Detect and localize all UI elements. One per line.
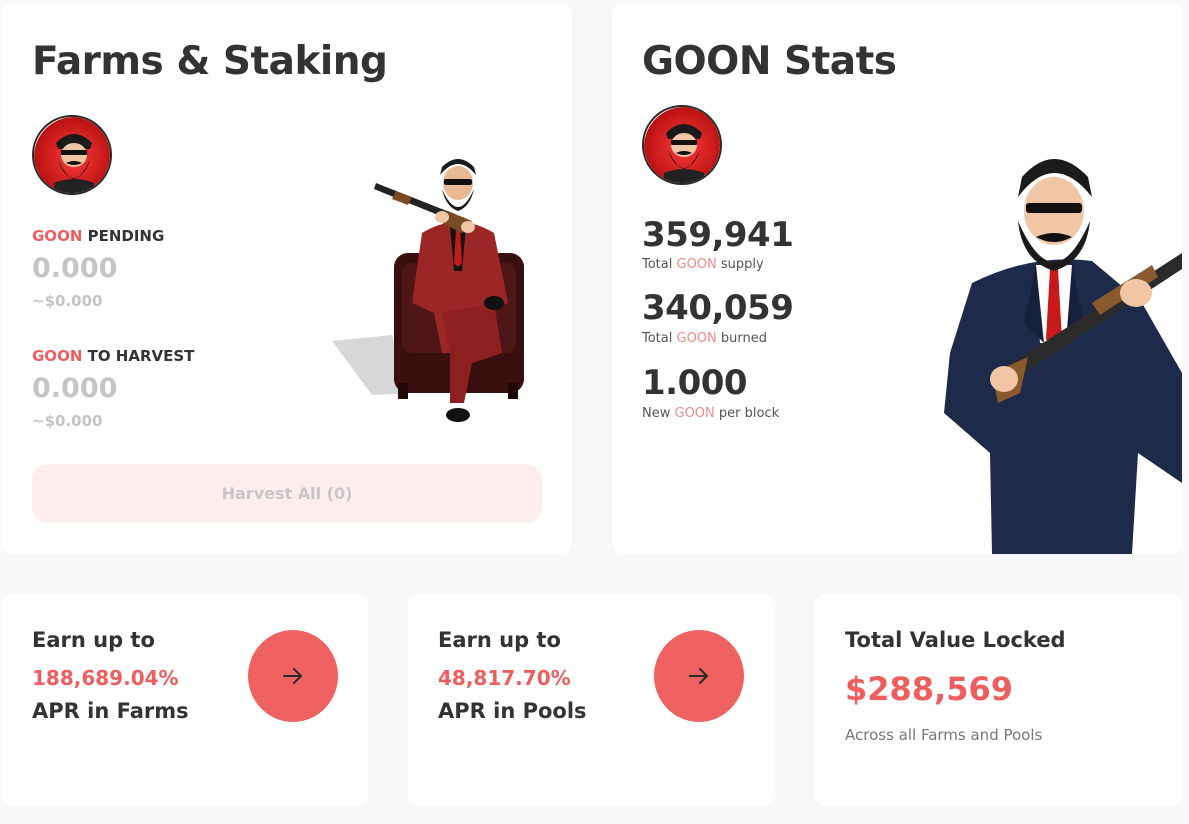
go-to-pools-button[interactable] xyxy=(654,630,744,722)
total-burned-value: 340,059 xyxy=(642,288,794,328)
total-supply-value: 359,941 xyxy=(642,215,794,255)
per-block-token: GOON xyxy=(674,406,715,421)
tvl-title: Total Value Locked xyxy=(845,628,1066,652)
harvest-token-name: GOON xyxy=(32,347,83,365)
total-supply-label: Total GOON supply xyxy=(642,257,764,272)
farms-staking-card: Farms & Staking GOON PENDING 0.000 ~$0.0… xyxy=(2,3,572,554)
earn-farms-card: Earn up to 188,689.04% APR in Farms xyxy=(2,594,368,806)
farms-apr-value: 188,689.04% xyxy=(32,666,179,690)
pools-apr-value: 48,817.70% xyxy=(438,666,571,690)
earn-pools-line1: Earn up to xyxy=(438,628,561,652)
standing-goon-illustration xyxy=(932,153,1182,554)
seated-goon-illustration xyxy=(332,153,542,443)
harvest-all-button[interactable]: Harvest All (0) xyxy=(32,464,542,523)
goon-logo-icon xyxy=(642,105,722,185)
total-burned-suffix: burned xyxy=(716,331,767,346)
total-supply-token: GOON xyxy=(676,257,717,272)
goon-pending-label: GOON PENDING xyxy=(32,227,164,245)
per-block-suffix: per block xyxy=(714,406,780,421)
arrow-right-icon xyxy=(689,668,708,684)
total-burned-label: Total GOON burned xyxy=(642,331,767,346)
goon-logo-icon xyxy=(32,115,112,195)
total-burned-token: GOON xyxy=(676,331,717,346)
goon-stats-title: GOON Stats xyxy=(642,39,897,84)
goon-stats-card: GOON Stats 359,941 Total GOON supply 340… xyxy=(612,3,1182,554)
pending-token-name: GOON xyxy=(32,227,83,245)
per-block-value: 1.000 xyxy=(642,363,748,403)
go-to-farms-button[interactable] xyxy=(248,630,338,722)
per-block-prefix: New xyxy=(642,406,675,421)
tvl-value: $288,569 xyxy=(845,670,1014,708)
total-burned-prefix: Total xyxy=(642,331,677,346)
harvest-usd-value: ~$0.000 xyxy=(32,412,103,430)
earn-pools-line3: APR in Pools xyxy=(438,699,587,723)
pending-usd-value: ~$0.000 xyxy=(32,292,103,310)
goon-to-harvest-label: GOON TO HARVEST xyxy=(32,347,194,365)
pending-label-text: PENDING xyxy=(82,227,165,245)
earn-farms-line3: APR in Farms xyxy=(32,699,189,723)
tvl-subtitle: Across all Farms and Pools xyxy=(845,726,1043,744)
pending-value: 0.000 xyxy=(32,253,118,284)
total-supply-suffix: supply xyxy=(716,257,764,272)
harvest-value: 0.000 xyxy=(32,373,118,404)
tvl-card: Total Value Locked $288,569 Across all F… xyxy=(815,594,1182,806)
earn-farms-line1: Earn up to xyxy=(32,628,155,652)
arrow-right-icon xyxy=(283,668,302,684)
harvest-label-text: TO HARVEST xyxy=(82,347,195,365)
per-block-label: New GOON per block xyxy=(642,406,779,421)
farms-staking-title: Farms & Staking xyxy=(32,39,388,84)
total-supply-prefix: Total xyxy=(642,257,677,272)
earn-pools-card: Earn up to 48,817.70% APR in Pools xyxy=(408,594,775,806)
